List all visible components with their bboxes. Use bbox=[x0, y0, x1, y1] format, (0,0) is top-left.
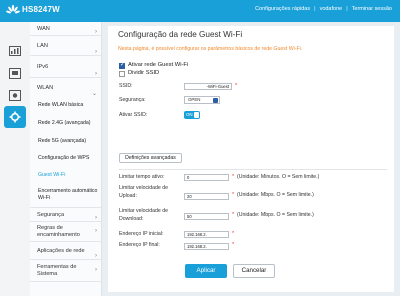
download-limit-hint: (Unidade: Mbps. O = Sem limite.) bbox=[237, 212, 314, 218]
upload-limit-label-line2: Upload: bbox=[119, 192, 137, 199]
security-select[interactable]: OPEN bbox=[184, 96, 220, 104]
enable-ssid-toggle[interactable]: ON bbox=[184, 111, 200, 119]
menu-wlan[interactable]: WLAN ⌄ bbox=[30, 78, 102, 98]
required-mark: * bbox=[232, 192, 235, 198]
menu-forwarding-line1: Regras de bbox=[37, 225, 63, 231]
user-name: vodafone bbox=[319, 6, 343, 12]
brand-title: HS8247W bbox=[22, 5, 60, 14]
enable-guest-checkbox[interactable] bbox=[119, 61, 125, 69]
enable-guest-label: Ativar rede Guest Wi-Fi bbox=[128, 62, 189, 68]
required-mark: * bbox=[232, 212, 235, 218]
menu-tools-line2: Sistema bbox=[37, 271, 58, 277]
download-limit-label: Limitar velocidade de Download: bbox=[119, 208, 168, 223]
top-nav: Configurações rápidas | vodafone | Termi… bbox=[255, 6, 392, 12]
download-limit-label-line2: Download: bbox=[119, 215, 144, 222]
menu-ipv6[interactable]: IPv6 › bbox=[30, 56, 102, 78]
apply-button[interactable]: Aplicar bbox=[185, 264, 227, 278]
cancel-button[interactable]: Cancelar bbox=[233, 264, 275, 278]
split-ssid-label: Dividir SSID bbox=[128, 70, 160, 76]
page-notice: Nesta página, é possível configurar os p… bbox=[118, 46, 303, 52]
enable-ssid-toggle-label: ON bbox=[186, 112, 193, 117]
menu-wlan-label: WLAN bbox=[37, 85, 54, 91]
menu-forwarding-line2: encaminhamento bbox=[37, 232, 80, 238]
menu-wlan-2g[interactable]: Rede 2.4G (avançada) bbox=[30, 120, 102, 126]
services-icon bbox=[9, 89, 21, 101]
time-limit-label: Limitar tempo ativo: bbox=[119, 174, 165, 180]
ip-start-label: Endereço IP inicial: bbox=[119, 231, 164, 237]
quick-settings-link[interactable]: Configurações rápidas bbox=[255, 6, 310, 12]
menu-tools-line1: Ferramentas de bbox=[37, 264, 77, 270]
security-label: Segurança: bbox=[119, 97, 146, 103]
main-panel: Configuração da rede Guest Wi-Fi Nesta p… bbox=[108, 26, 394, 292]
huawei-logo-icon bbox=[6, 4, 20, 14]
menu-apps-label: Aplicações de rede bbox=[37, 248, 85, 254]
lan-icon-button[interactable] bbox=[6, 64, 24, 82]
required-mark: * bbox=[235, 83, 238, 89]
menu-wps[interactable]: Configuração de WPS bbox=[30, 155, 102, 161]
ip-start-input[interactable]: 192.168.2. bbox=[184, 231, 229, 238]
advanced-settings-button[interactable]: Definições avançadas bbox=[119, 153, 182, 163]
menu-lan-label: LAN bbox=[37, 43, 48, 49]
ip-end-input[interactable]: 192.168.2. bbox=[184, 243, 229, 250]
security-select-value: OPEN bbox=[188, 97, 201, 102]
upload-limit-hint: (Unidade: Mbps. O = Sem limite.) bbox=[237, 192, 314, 198]
status-icon-button[interactable] bbox=[6, 42, 24, 60]
download-limit-input[interactable]: 50 bbox=[184, 213, 229, 220]
lan-icon bbox=[9, 67, 21, 79]
ip-end-label: Endereço IP final: bbox=[119, 242, 160, 248]
services-icon-button[interactable] bbox=[6, 86, 24, 104]
menu-wlan-basic[interactable]: Rede WLAN básica bbox=[30, 102, 102, 108]
time-limit-hint: (Unidade: Minutos. O = Sem limite.) bbox=[237, 174, 320, 180]
page-title: Configuração da rede Guest Wi-Fi bbox=[118, 30, 243, 39]
enable-ssid-label: Ativar SSID: bbox=[119, 112, 148, 118]
menu-apps[interactable]: Aplicações de rede › bbox=[30, 242, 102, 260]
icon-sidebar bbox=[0, 22, 30, 296]
upload-limit-input[interactable]: 20 bbox=[184, 193, 229, 200]
required-mark: * bbox=[232, 242, 235, 248]
upload-limit-label: Limitar velocidade de Upload: bbox=[119, 185, 168, 200]
required-mark: * bbox=[232, 174, 235, 180]
menu-security-label: Segurança bbox=[37, 212, 65, 218]
menu-forwarding[interactable]: Regras de encaminhamento › bbox=[30, 222, 102, 242]
settings-menu: WAN › LAN › IPv6 › WLAN ⌄ Rede WLAN básica R… bbox=[30, 22, 102, 296]
toggle-knob bbox=[194, 112, 199, 118]
chevron-down-icon bbox=[213, 98, 218, 103]
chevron-down-icon: ⌄ bbox=[91, 91, 97, 97]
upload-limit-label-line1: Limitar velocidade de bbox=[119, 185, 169, 191]
gear-icon bbox=[9, 111, 21, 123]
menu-wifi-auto-off[interactable]: Encerramento automático Wi-Fi bbox=[30, 188, 102, 201]
top-bar: HS8247W Configurações rápidas | vodafone… bbox=[0, 0, 400, 22]
ssid-label: SSID: bbox=[119, 83, 133, 89]
menu-security[interactable]: Segurança › bbox=[30, 208, 102, 222]
download-limit-label-line1: Limitar velocidade de bbox=[119, 208, 169, 214]
chevron-right-icon: › bbox=[95, 266, 97, 273]
menu-ipv6-label: IPv6 bbox=[37, 64, 49, 70]
menu-wan[interactable]: WAN › bbox=[30, 22, 102, 36]
status-icon bbox=[9, 46, 21, 56]
time-limit-input[interactable]: 0 bbox=[184, 174, 229, 181]
menu-wifi-auto-off-line1: Encerramento automático bbox=[38, 188, 98, 194]
advanced-settings-icon-button[interactable] bbox=[4, 106, 26, 128]
nav-separator: | bbox=[314, 6, 316, 12]
menu-system-tools[interactable]: Ferramentas de Sistema › bbox=[30, 260, 102, 282]
menu-wan-label: WAN bbox=[37, 26, 50, 32]
chevron-right-icon: › bbox=[95, 227, 97, 234]
menu-wlan-5g[interactable]: Rede 5G (avançada) bbox=[30, 138, 102, 144]
ssid-input[interactable]: -WiFi-Guest bbox=[184, 83, 232, 90]
split-ssid-checkbox[interactable] bbox=[119, 71, 125, 77]
logout-link[interactable]: Terminar sessão bbox=[352, 6, 392, 12]
section-divider bbox=[119, 169, 387, 170]
menu-lan[interactable]: LAN › bbox=[30, 36, 102, 56]
nav-separator: | bbox=[346, 6, 348, 12]
required-mark: * bbox=[232, 231, 235, 237]
menu-wifi-auto-off-line2: Wi-Fi bbox=[38, 194, 51, 201]
menu-guest-wifi[interactable]: Guest Wi-Fi bbox=[30, 172, 102, 178]
